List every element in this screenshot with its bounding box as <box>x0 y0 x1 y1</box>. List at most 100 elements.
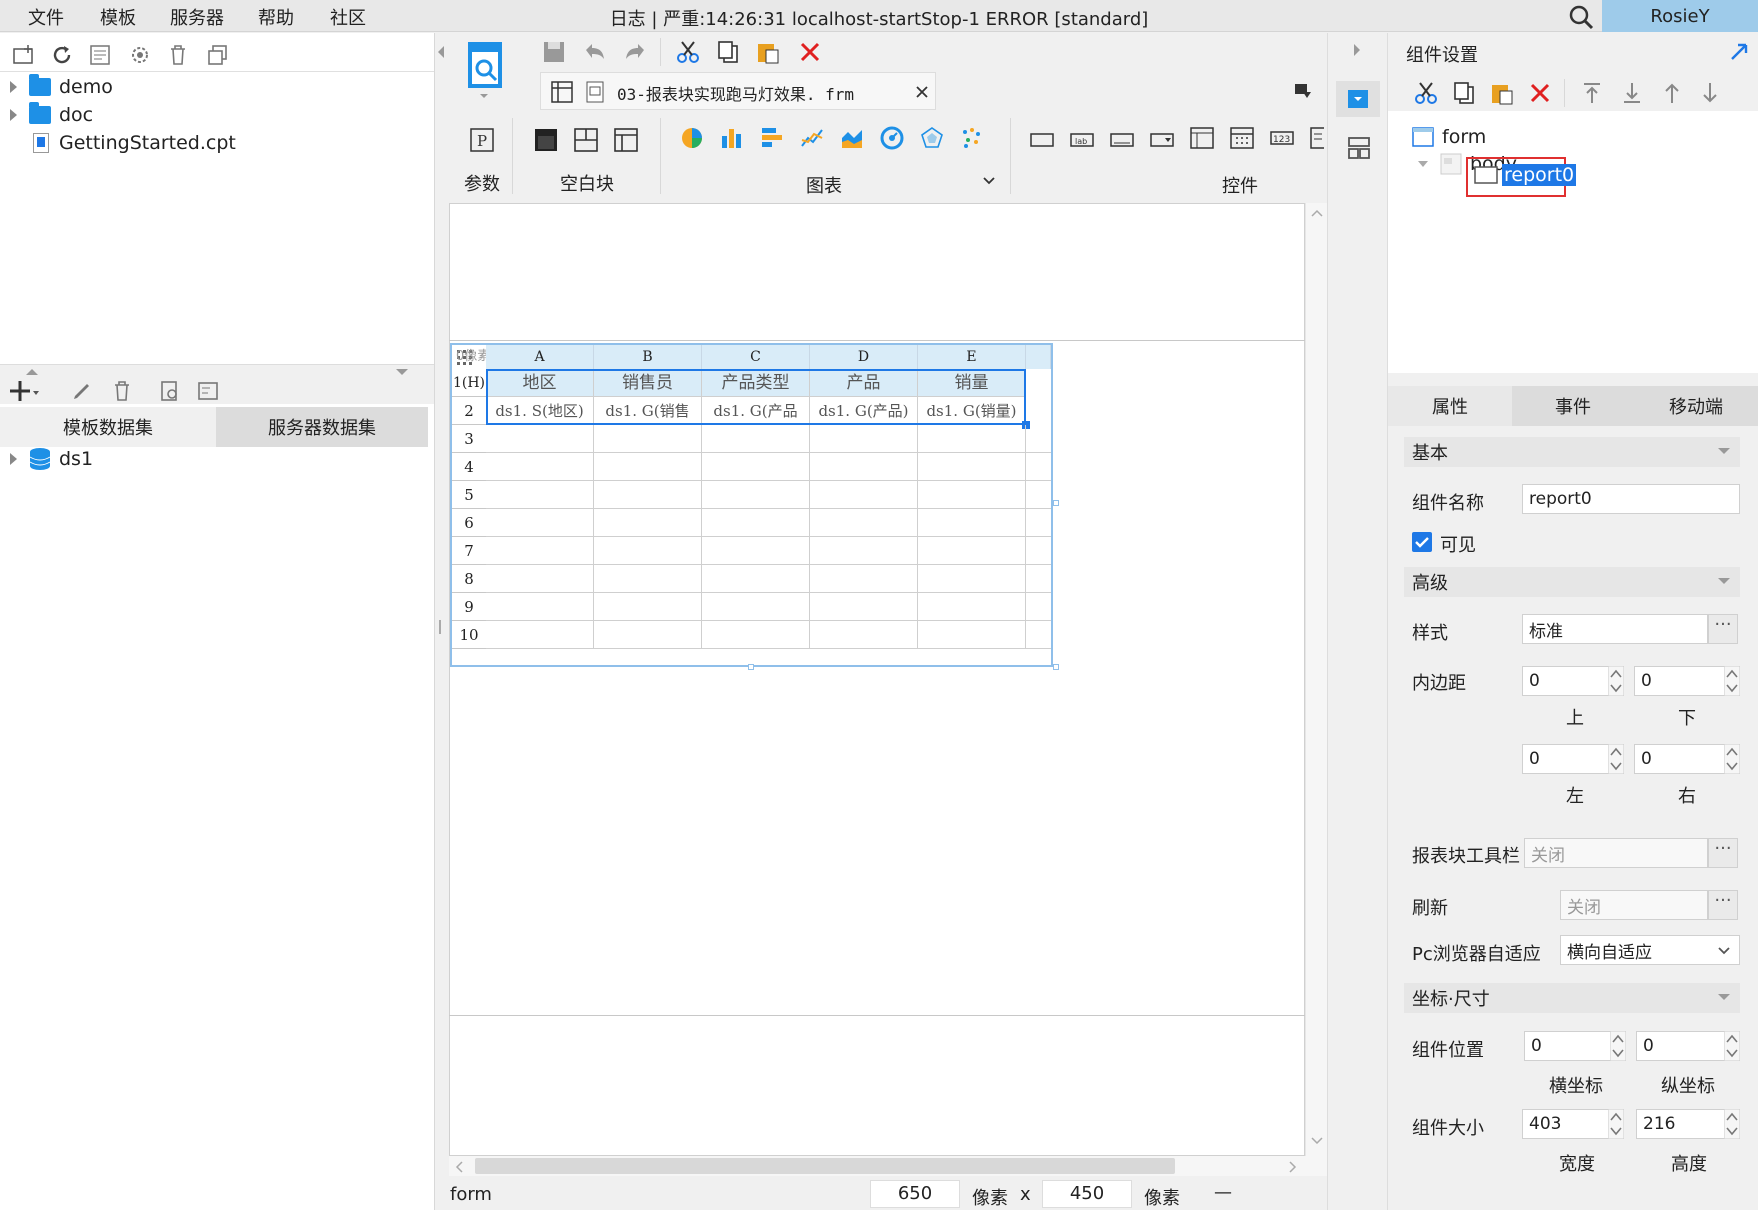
move-up-icon[interactable] <box>1660 81 1684 105</box>
param-dataset-icon[interactable] <box>196 379 220 403</box>
spinner-icon[interactable] <box>1608 744 1624 774</box>
collapse-down-icon[interactable] <box>394 367 410 377</box>
cut-icon[interactable] <box>676 40 700 64</box>
paste-icon[interactable] <box>1490 81 1514 105</box>
widget-panel-button[interactable] <box>1336 81 1380 117</box>
area-chart-icon[interactable] <box>840 126 864 150</box>
date-widget-icon[interactable] <box>1190 126 1214 150</box>
refresh-icon[interactable] <box>50 43 74 67</box>
save-icon[interactable] <box>542 40 566 64</box>
row-header[interactable]: 8 <box>452 565 486 593</box>
padding-bottom-input[interactable]: 0 <box>1634 666 1728 696</box>
position-y-input[interactable]: 0 <box>1636 1031 1730 1061</box>
textbox-widget-icon[interactable] <box>1030 128 1054 152</box>
delete-icon[interactable] <box>166 43 190 67</box>
horizontal-scrollbar[interactable] <box>449 1156 1327 1176</box>
splitter-handle-icon[interactable] <box>437 620 443 634</box>
size-height-input[interactable]: 216 <box>1636 1109 1730 1139</box>
spinner-icon[interactable] <box>1724 666 1740 696</box>
padding-top-input[interactable]: 0 <box>1522 666 1616 696</box>
spinner-icon[interactable] <box>1724 744 1740 774</box>
row-header[interactable]: 3 <box>452 425 486 453</box>
column-header-d[interactable]: D <box>810 345 918 369</box>
move-down-icon[interactable] <box>1698 81 1722 105</box>
refresh-more-button[interactable]: ··· <box>1708 890 1738 920</box>
visible-checkbox[interactable] <box>1412 532 1432 552</box>
tab-properties[interactable]: 属性 <box>1388 386 1512 426</box>
editor-tab[interactable]: 03-报表块实现跑马灯效果. frm <box>540 72 936 110</box>
user-name[interactable]: RosieY <box>1602 0 1758 32</box>
scroll-left-icon[interactable] <box>455 1161 463 1173</box>
canvas-height-input[interactable]: 450 <box>1042 1180 1132 1208</box>
bar-chart-icon[interactable] <box>720 126 744 150</box>
calendar-widget-icon[interactable] <box>1230 126 1254 150</box>
edit-icon[interactable] <box>70 379 94 403</box>
tree-node-form[interactable]: form <box>1412 126 1486 148</box>
tab-events[interactable]: 事件 <box>1512 386 1634 426</box>
section-advanced[interactable]: 高级 <box>1404 567 1740 597</box>
toolbar-setting-input[interactable]: 关闭 <box>1524 838 1708 868</box>
resize-handle[interactable] <box>748 664 754 670</box>
grid-body[interactable] <box>486 425 1051 649</box>
expand-caret-icon[interactable] <box>10 453 17 465</box>
collapse-up-icon[interactable] <box>24 367 40 377</box>
chevron-down-icon[interactable] <box>982 176 996 186</box>
menu-server[interactable]: 服务器 <box>170 4 224 30</box>
row-header[interactable]: 9 <box>452 593 486 621</box>
expand-right-icon[interactable] <box>1352 43 1362 57</box>
tab-mobile[interactable]: 移动端 <box>1634 386 1758 426</box>
expand-caret-icon[interactable] <box>1416 159 1430 169</box>
tree-item-gettingstarted[interactable]: GettingStarted.cpt <box>33 132 236 154</box>
row-header[interactable]: 6 <box>452 509 486 537</box>
move-to-bottom-icon[interactable] <box>1620 81 1644 105</box>
column-header-b[interactable]: B <box>594 345 702 369</box>
line-chart-icon[interactable] <box>800 126 824 150</box>
delete-dataset-icon[interactable] <box>110 379 134 403</box>
style-input[interactable]: 标准 <box>1522 614 1708 644</box>
toolbar-more-button[interactable]: ··· <box>1708 838 1738 868</box>
tab-server-dataset[interactable]: 服务器数据集 <box>216 407 428 447</box>
scroll-down-icon[interactable] <box>1311 1137 1323 1145</box>
copy-icon[interactable] <box>1452 81 1476 105</box>
pin-icon[interactable] <box>1730 41 1750 61</box>
layout-icon[interactable] <box>1348 137 1370 159</box>
column-header-a[interactable]: A <box>486 345 594 369</box>
menu-help[interactable]: 帮助 <box>258 4 294 30</box>
spinner-icon[interactable] <box>1724 1031 1740 1061</box>
button-widget-icon[interactable] <box>1110 128 1134 152</box>
preview-icon[interactable] <box>158 379 182 403</box>
tree-item-demo[interactable]: demo <box>10 74 113 98</box>
collapse-left-icon[interactable] <box>436 45 446 59</box>
row-header[interactable]: 4 <box>452 453 486 481</box>
delete-icon[interactable] <box>798 40 822 64</box>
gauge-chart-icon[interactable] <box>880 126 904 150</box>
resize-handle[interactable] <box>1053 500 1059 506</box>
spinner-icon[interactable] <box>1610 1031 1626 1061</box>
column-header-f[interactable] <box>1026 345 1051 369</box>
copy-icon[interactable] <box>716 40 740 64</box>
refresh-input[interactable]: 关闭 <box>1560 890 1708 920</box>
split-block-icon[interactable] <box>574 128 598 152</box>
template-icon[interactable] <box>88 43 112 67</box>
expand-caret-icon[interactable] <box>10 109 17 121</box>
style-more-button[interactable]: ··· <box>1708 614 1738 644</box>
spinner-icon[interactable] <box>1724 1109 1740 1139</box>
section-basic[interactable]: 基本 <box>1404 437 1740 467</box>
expand-caret-icon[interactable] <box>10 81 17 93</box>
spinner-icon[interactable] <box>1608 1109 1624 1139</box>
tree-node-report0[interactable]: report0 <box>1474 164 1577 186</box>
combo-widget-icon[interactable] <box>1150 128 1174 152</box>
report-block[interactable]: 0像素 A B C D E 1(H) 2 3 4 5 6 7 8 9 10 地区… <box>450 343 1053 667</box>
adapt-select[interactable]: 横向自适应 <box>1560 935 1740 965</box>
number-widget-icon[interactable]: 123 <box>1270 126 1294 150</box>
spinner-icon[interactable] <box>1608 666 1624 696</box>
redo-icon[interactable] <box>624 40 648 64</box>
pie-chart-icon[interactable] <box>680 126 704 150</box>
row-header[interactable]: 7 <box>452 537 486 565</box>
hbar-chart-icon[interactable] <box>760 126 784 150</box>
label-widget-icon[interactable]: lab <box>1070 128 1094 152</box>
preview-report-icon[interactable] <box>466 40 506 102</box>
position-x-input[interactable]: 0 <box>1524 1031 1618 1061</box>
scroll-thumb[interactable] <box>475 1158 1175 1174</box>
move-to-top-icon[interactable] <box>1580 81 1604 105</box>
